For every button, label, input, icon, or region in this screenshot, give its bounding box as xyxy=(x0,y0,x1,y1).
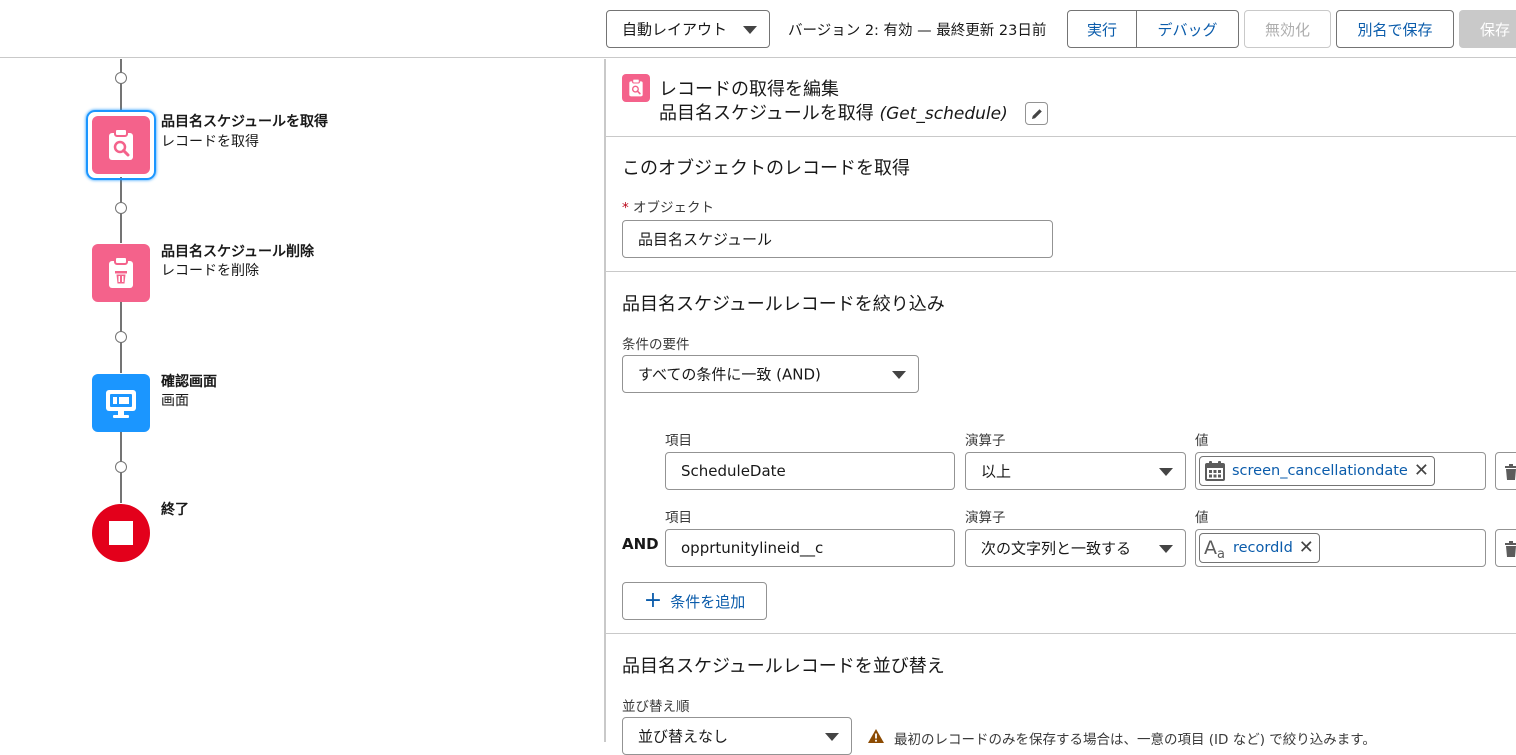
close-icon[interactable]: ✕ xyxy=(1299,539,1314,557)
add-element-dot[interactable] xyxy=(115,202,127,214)
condition-operator-select[interactable]: 次の文字列と一致する xyxy=(965,529,1186,567)
trash-icon xyxy=(1505,541,1516,557)
deactivate-button[interactable]: 無効化 xyxy=(1244,10,1331,48)
pencil-icon xyxy=(1031,108,1042,119)
text-icon: Aa xyxy=(1204,536,1225,562)
property-panel: レコードの取得を編集 品目名スケジュールを取得 (Get_schedule) こ… xyxy=(604,59,1516,755)
object-input[interactable]: 品目名スケジュール xyxy=(622,220,1053,258)
flow-canvas: 品目名スケジュールを取得 レコードを取得 品目名スケジュール削除 レコードを削除… xyxy=(0,59,604,742)
edit-label-button[interactable] xyxy=(1025,102,1048,125)
layout-select[interactable]: 自動レイアウト xyxy=(606,10,770,48)
node-title: 確認画面 xyxy=(161,374,217,390)
operator-label: 演算子 xyxy=(965,433,1006,449)
sort-order-value: 並び替えなし xyxy=(638,727,729,746)
condition-value-input[interactable]: Aa recordId ✕ xyxy=(1195,529,1486,567)
get-records-icon xyxy=(622,74,650,102)
filter-section-title: 品目名スケジュールレコードを絞り込み xyxy=(622,294,945,315)
value-label: 値 xyxy=(1195,433,1209,449)
resource-pill-label: screen_cancellationdate xyxy=(1232,463,1408,479)
node-end[interactable] xyxy=(92,504,150,562)
object-input-value: 品目名スケジュール xyxy=(638,230,772,249)
value-label: 値 xyxy=(1195,510,1209,526)
condition-value-input[interactable]: screen_cancellationdate ✕ xyxy=(1195,452,1486,490)
divider xyxy=(606,271,1516,272)
node-title: 品目名スケジュール削除 xyxy=(161,244,315,260)
layout-select-value: 自動レイアウト xyxy=(622,20,728,39)
add-condition-label: 条件を追加 xyxy=(670,592,746,611)
condition-field-input[interactable]: ScheduleDate xyxy=(665,452,955,490)
node-subtitle: レコードを取得 xyxy=(161,134,259,150)
resource-pill[interactable]: Aa recordId ✕ xyxy=(1199,533,1320,563)
object-label-text: オブジェクト xyxy=(633,200,715,216)
node-delete-schedule[interactable] xyxy=(92,244,150,302)
version-info: バージョン 2: 有効 — 最終更新 23日前 xyxy=(788,23,1047,39)
calendar-icon xyxy=(1205,461,1225,481)
element-api-name: (Get_schedule) xyxy=(879,104,1008,124)
condition-field-value: opprtunitylineid__c xyxy=(681,539,824,557)
chevron-down-icon xyxy=(1159,545,1173,553)
object-section-title: このオブジェクトのレコードを取得 xyxy=(622,158,910,179)
close-icon[interactable]: ✕ xyxy=(1414,462,1429,480)
chevron-down-icon xyxy=(892,371,906,379)
node-subtitle: 画面 xyxy=(161,393,189,409)
toolbar: 自動レイアウト バージョン 2: 有効 — 最終更新 23日前 実行 デバッグ … xyxy=(0,0,1516,58)
logic-operator: AND xyxy=(622,535,659,553)
condition-requirement-label: 条件の要件 xyxy=(622,337,690,353)
node-confirm-screen[interactable] xyxy=(92,374,150,432)
condition-requirement-value: すべての条件に一致 (AND) xyxy=(638,365,821,384)
resource-pill-label: recordId xyxy=(1232,540,1293,556)
condition-field-input[interactable]: opprtunitylineid__c xyxy=(665,529,955,567)
sort-order-label: 並び替え順 xyxy=(622,699,690,715)
chevron-down-icon xyxy=(1159,468,1173,476)
node-subtitle: レコードを削除 xyxy=(161,263,259,279)
run-button[interactable]: 実行 xyxy=(1067,10,1137,48)
delete-condition-button[interactable] xyxy=(1495,529,1516,567)
panel-title: レコードの取得を編集 xyxy=(659,79,839,100)
condition-operator-value: 以上 xyxy=(981,462,1012,481)
required-marker: * xyxy=(622,200,629,216)
node-title: 終了 xyxy=(161,502,189,518)
connector-line xyxy=(120,59,122,111)
add-element-dot[interactable] xyxy=(115,72,127,84)
trash-icon xyxy=(1505,464,1516,480)
condition-operator-value: 次の文字列と一致する xyxy=(981,539,1132,558)
add-element-dot[interactable] xyxy=(115,331,127,343)
panel-subtitle: 品目名スケジュールを取得 (Get_schedule) xyxy=(659,99,1008,125)
operator-label: 演算子 xyxy=(965,510,1006,526)
node-title: 品目名スケジュールを取得 xyxy=(161,114,329,130)
get-records-icon xyxy=(109,128,133,160)
sort-section-title: 品目名スケジュールレコードを並び替え xyxy=(622,656,945,677)
element-label: 品目名スケジュールを取得 xyxy=(659,103,874,124)
chevron-down-icon xyxy=(743,26,757,34)
screen-icon xyxy=(106,390,136,418)
end-icon xyxy=(109,521,133,545)
divider xyxy=(606,633,1516,634)
field-label: 項目 xyxy=(665,433,692,449)
warning-text: 最初のレコードのみを保存する場合は、一意の項目 (ID など) で絞り込みます。 xyxy=(894,732,1376,748)
save-button[interactable]: 保存 xyxy=(1459,10,1516,48)
delete-records-icon xyxy=(109,256,133,288)
field-label: 項目 xyxy=(665,510,692,526)
resource-pill[interactable]: screen_cancellationdate ✕ xyxy=(1199,456,1435,486)
add-condition-button[interactable]: + 条件を追加 xyxy=(622,582,767,620)
chevron-down-icon xyxy=(825,733,839,741)
condition-requirement-select[interactable]: すべての条件に一致 (AND) xyxy=(622,355,919,393)
save-as-button[interactable]: 別名で保存 xyxy=(1336,10,1454,48)
sort-order-select[interactable]: 並び替えなし xyxy=(622,717,852,755)
node-get-schedule[interactable] xyxy=(92,116,150,174)
plus-icon: + xyxy=(643,588,663,613)
debug-button[interactable]: デバッグ xyxy=(1136,10,1239,48)
condition-field-value: ScheduleDate xyxy=(681,462,786,480)
delete-condition-button[interactable] xyxy=(1495,452,1516,490)
condition-operator-select[interactable]: 以上 xyxy=(965,452,1186,490)
divider xyxy=(606,136,1516,137)
add-element-dot[interactable] xyxy=(115,461,127,473)
object-label: * オブジェクト xyxy=(622,196,714,216)
